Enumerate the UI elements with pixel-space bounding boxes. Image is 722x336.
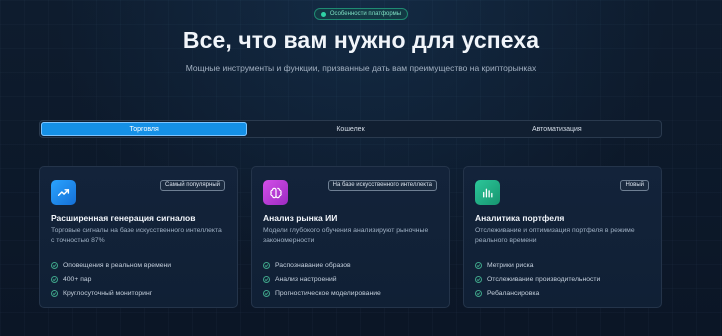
card-title: Расширенная генерация сигналов [51, 213, 196, 223]
badge-row: Особенности платформы [0, 8, 722, 20]
tab-automation[interactable]: Автоматизация [454, 122, 660, 136]
page-title: Все, что вам нужно для успеха [182, 27, 540, 53]
brain-icon [263, 180, 288, 205]
feature-label: Круглосуточный мониторинг [63, 289, 153, 297]
card-title: Анализ рынка ИИ [263, 213, 338, 223]
feature-list: Распознавание образов Анализ настроений … [263, 258, 439, 300]
list-item: Прогностическое моделирование [263, 286, 439, 300]
check-circle-icon [475, 261, 482, 269]
card-description: Модели глубокого обучения анализируют ры… [263, 227, 429, 244]
feature-label: Прогностическое моделирование [275, 289, 381, 297]
check-circle-icon [263, 275, 270, 283]
platform-features-label: Особенности платформы [329, 11, 402, 17]
feature-card-signals[interactable]: Самый популярный Расширенная генерация с… [39, 166, 238, 308]
list-item: 400+ пар [51, 272, 227, 286]
card-title: Аналитика портфеля [475, 213, 565, 223]
check-circle-icon [51, 289, 58, 297]
feature-tabs: Торговля Кошелек Автоматизация [39, 120, 662, 138]
feature-label: Оповещения в реальном времени [63, 261, 172, 269]
trending-up-icon [51, 180, 76, 205]
feature-list: Оповещения в реальном времени 400+ пар К… [51, 258, 227, 300]
card-description: Торговые сигналы на базе искусственного … [51, 227, 222, 244]
tab-wallet[interactable]: Кошелек [247, 122, 453, 136]
platform-features-badge: Особенности платформы [313, 8, 409, 20]
feature-label: 400+ пар [63, 275, 92, 283]
bar-chart-icon [475, 180, 500, 205]
feature-label: Анализ настроений [275, 275, 337, 283]
check-circle-icon [263, 289, 270, 297]
new-badge: Новый [620, 180, 649, 191]
ai-powered-badge: На базе искусственного интеллекта [327, 180, 437, 191]
feature-label: Ребалансировка [487, 289, 540, 297]
feature-card-portfolio[interactable]: Новый Аналитика портфеля Отслеживание и … [463, 166, 662, 308]
list-item: Ребалансировка [475, 286, 651, 300]
list-item: Оповещения в реальном времени [51, 258, 227, 272]
list-item: Отслеживание производительности [475, 272, 651, 286]
feature-label: Метрики риска [487, 261, 534, 269]
list-item: Распознавание образов [263, 258, 439, 272]
check-circle-icon [51, 261, 58, 269]
feature-card-ai-analysis[interactable]: На базе искусственного интеллекта Анализ… [251, 166, 450, 308]
check-circle-icon [475, 275, 482, 283]
sparkle-dot-icon [320, 11, 326, 17]
feature-label: Распознавание образов [275, 261, 351, 269]
page-subtitle: Мощные инструменты и функции, призванные… [185, 63, 537, 73]
list-item: Метрики риска [475, 258, 651, 272]
most-popular-badge: Самый популярный [160, 180, 225, 191]
list-item: Анализ настроений [263, 272, 439, 286]
check-circle-icon [51, 275, 58, 283]
tab-trading[interactable]: Торговля [41, 122, 248, 136]
list-item: Круглосуточный мониторинг [51, 286, 227, 300]
feature-list: Метрики риска Отслеживание производитель… [475, 258, 651, 300]
check-circle-icon [263, 261, 270, 269]
feature-label: Отслеживание производительности [487, 275, 601, 283]
feature-cards: Самый популярный Расширенная генерация с… [39, 166, 662, 308]
card-description: Отслеживание и оптимизация портфеля в ре… [475, 227, 635, 244]
check-circle-icon [475, 289, 482, 297]
